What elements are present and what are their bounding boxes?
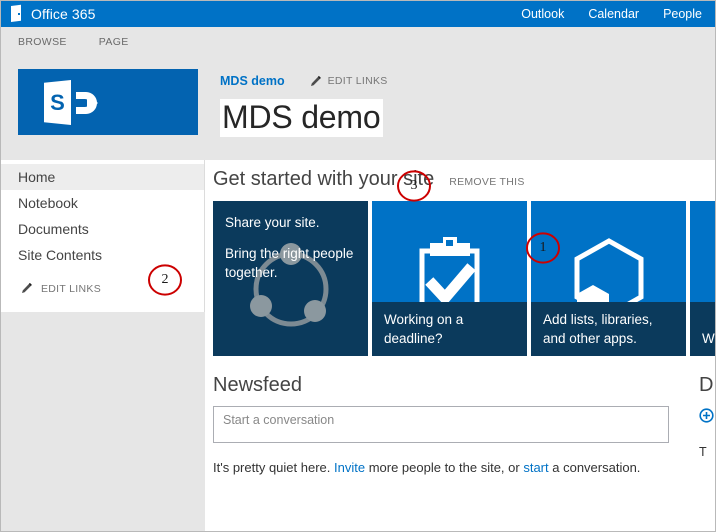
newsfeed-start-link[interactable]: start: [523, 460, 548, 475]
newsfeed-invite-link[interactable]: Invite: [334, 460, 365, 475]
site-logo[interactable]: S: [18, 69, 198, 135]
pencil-icon: [22, 282, 32, 293]
tile-share-your-site-caption: Share your site. Bring the right people …: [225, 213, 358, 282]
get-started-title: Get started with your site: [213, 168, 435, 190]
tile-share-line1: Share your site.: [225, 215, 320, 230]
sidebar-edit-links-button[interactable]: EDIT LINKS: [0, 282, 204, 295]
newsfeed-empty-middle: more people to the site, or: [365, 460, 524, 475]
newsfeed-title: Newsfeed: [213, 374, 302, 396]
documents-sub-text: T: [699, 445, 707, 459]
ribbon-tab-bar: BROWSE PAGE: [0, 27, 716, 56]
tile-working-caption: Working on a deadline?: [384, 312, 464, 346]
tile-whats-your-style[interactable]: W: [690, 201, 716, 356]
ribbon-tab-browse[interactable]: BROWSE: [18, 36, 67, 48]
newsfeed-empty-message: It's pretty quiet here. Invite more peop…: [213, 460, 683, 475]
header-edit-links-button[interactable]: EDIT LINKS: [309, 75, 388, 88]
start-conversation-box[interactable]: [213, 406, 669, 443]
tile-style-caption: W: [702, 331, 715, 346]
suite-link-outlook[interactable]: Outlook: [521, 7, 564, 21]
newsfeed-empty-suffix: a conversation.: [548, 460, 641, 475]
suite-link-people[interactable]: People: [663, 7, 702, 21]
office365-brand-label: Office 365: [31, 5, 96, 22]
left-nav: Home Notebook Documents Site Contents ED…: [0, 160, 205, 312]
ribbon-tab-page[interactable]: PAGE: [99, 36, 129, 48]
lower-webparts: Newsfeed It's pretty quiet here. Invite …: [213, 374, 716, 475]
tile-share-your-site[interactable]: Share your site. Bring the right people …: [213, 201, 368, 356]
page-title: MDS demo: [220, 99, 384, 137]
sidebar-item-notebook[interactable]: Notebook: [0, 190, 204, 216]
tile-share-line2: Bring the right people together.: [225, 246, 354, 280]
start-conversation-input[interactable]: [221, 412, 661, 428]
breadcrumb: MDS demo EDIT LINKS: [220, 72, 388, 90]
suite-bar: Office 365 Outlook Calendar People: [0, 0, 716, 27]
get-started-tiles: Share your site. Bring the right people …: [213, 201, 716, 356]
plus-circle-icon: [699, 408, 714, 423]
newsfeed-webpart: Newsfeed It's pretty quiet here. Invite …: [213, 374, 683, 475]
site-header: S MDS demo EDIT LINKS MDS demo: [0, 56, 716, 160]
get-started-header: Get started with your site REMOVE THIS: [213, 168, 716, 191]
sidebar-edit-links-label: EDIT LINKS: [41, 282, 101, 295]
get-started-remove-this[interactable]: REMOVE THIS: [449, 176, 524, 188]
sidebar-item-documents[interactable]: Documents: [0, 216, 204, 242]
documents-add-new-button[interactable]: [699, 408, 716, 423]
office-waffle-icon: [11, 4, 24, 22]
office365-brand[interactable]: Office 365: [11, 4, 96, 22]
documents-webpart: D T: [683, 374, 716, 475]
pencil-icon: [310, 75, 321, 86]
tile-add-lists-caption: Add lists, libraries, and other apps.: [543, 312, 653, 346]
suite-link-calendar[interactable]: Calendar: [588, 7, 639, 21]
documents-title: D: [699, 374, 714, 396]
tile-working-on-a-deadline[interactable]: Working on a deadline?: [372, 201, 527, 356]
breadcrumb-link-site[interactable]: MDS demo: [220, 74, 285, 88]
tile-add-lists-libraries[interactable]: Add lists, libraries, and other apps.: [531, 201, 686, 356]
suite-nav-links: Outlook Calendar People: [521, 7, 702, 21]
sharepoint-logo-icon: S: [44, 80, 116, 125]
site-header-text: MDS demo EDIT LINKS MDS demo: [198, 69, 388, 160]
page-body: S MDS demo EDIT LINKS MDS demo Home Note…: [0, 56, 716, 532]
sidebar-item-site-contents[interactable]: Site Contents: [0, 242, 204, 268]
sidebar-item-home[interactable]: Home: [0, 164, 204, 190]
main-content: Get started with your site REMOVE THIS S…: [205, 160, 716, 532]
newsfeed-empty-prefix: It's pretty quiet here.: [213, 460, 334, 475]
header-edit-links-label: EDIT LINKS: [327, 75, 388, 87]
body-columns: Home Notebook Documents Site Contents ED…: [0, 160, 716, 532]
